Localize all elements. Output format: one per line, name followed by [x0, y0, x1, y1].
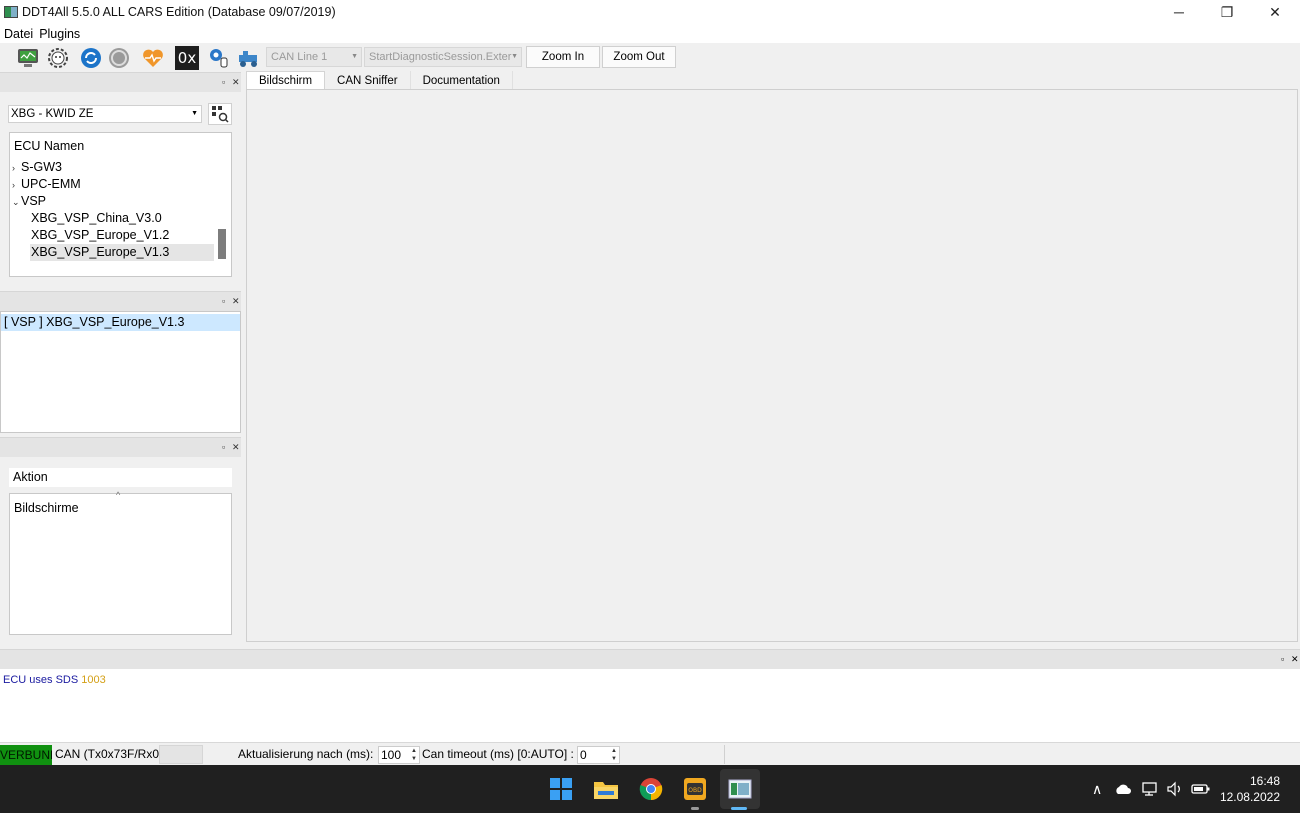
zoom-in-button[interactable]: Zoom In	[526, 46, 600, 68]
tree-item-upc-emm[interactable]: › UPC-EMM	[12, 177, 81, 191]
battery-icon[interactable]	[1191, 765, 1211, 813]
windows-start-icon[interactable]	[547, 775, 575, 803]
dock-close-icon[interactable]: ✕	[232, 77, 240, 88]
tree-scrollbar[interactable]	[218, 229, 226, 259]
float-icon[interactable]: ▫	[222, 296, 225, 306]
disabled-refresh-icon[interactable]	[107, 46, 131, 70]
menu-datei[interactable]: Datei	[4, 27, 33, 41]
action-list: ^ Bildschirme	[9, 490, 232, 635]
spin-arrows-icon[interactable]: ▲ ▼	[409, 747, 419, 763]
timeout-label: Can timeout (ms) [0:AUTO] :	[422, 747, 574, 761]
log-dock-header: ▫ ✕	[0, 649, 1300, 669]
tray-chevron-up-icon[interactable]: ∧	[1092, 765, 1102, 813]
file-explorer-icon[interactable]	[592, 775, 620, 803]
chevron-right-icon: ›	[12, 163, 15, 173]
close-button[interactable]: ✕	[1252, 0, 1298, 24]
tree-item-s-gw3[interactable]: › S-GW3	[12, 160, 62, 174]
can-timeout-spinbox[interactable]: 0 ▲ ▼	[577, 746, 620, 764]
menu-plugins[interactable]: Plugins	[39, 27, 80, 41]
minimize-button[interactable]: ─	[1156, 0, 1202, 24]
zoom-out-button[interactable]: Zoom Out	[602, 46, 676, 68]
hex-0x-icon[interactable]: 0x	[175, 46, 199, 70]
tab-can-sniffer[interactable]: CAN Sniffer	[325, 71, 411, 90]
minimize-icon: ─	[1174, 4, 1184, 20]
menu-bar: Datei Plugins	[0, 24, 1300, 43]
tab-documentation[interactable]: Documentation	[410, 71, 513, 90]
can-status: CAN (Tx0x73F/Rx0	[55, 747, 160, 761]
clock[interactable]: 16:48 12.08.2022	[1220, 773, 1280, 805]
tree-item-vsp-europe-v13[interactable]: XBG_VSP_Europe_V1.3	[30, 244, 214, 261]
main-tabs: Bildschirm CAN Sniffer Documentation	[246, 71, 513, 90]
status-bar: VERBUNDEN CAN (Tx0x73F/Rx0 Aktualisierun…	[0, 742, 1300, 765]
clock-date: 12.08.2022	[1219, 790, 1280, 804]
title-bar: DDT4All 5.5.0 ALL CARS Edition (Database…	[0, 0, 1300, 24]
dock-close-icon[interactable]: ✕	[232, 296, 240, 307]
ecu-tree: ECU Namen › S-GW3 › UPC-EMM ⌄VSP XBG_VSP_C…	[9, 132, 232, 277]
restore-icon: ❐	[1220, 3, 1234, 20]
tractor-icon[interactable]	[236, 46, 260, 70]
status-field	[159, 745, 203, 764]
tree-item-vsp-china[interactable]: XBG_VSP_China_V3.0	[31, 211, 162, 225]
ecu-tree-header: ECU Namen	[14, 139, 85, 153]
chevron-right-icon: ›	[12, 180, 15, 190]
spin-arrows-icon[interactable]: ▲ ▼	[609, 747, 619, 763]
refresh-icon[interactable]	[79, 46, 103, 70]
float-icon[interactable]: ▫	[222, 442, 225, 452]
obd-app-icon[interactable]: OBD	[681, 775, 709, 803]
chrome-icon[interactable]	[637, 775, 665, 803]
chevron-down-icon: ⌄	[12, 197, 20, 207]
qr-search-icon	[212, 106, 229, 123]
app-logo-icon	[4, 6, 18, 18]
close-icon: ✕	[1269, 3, 1281, 20]
window-title: DDT4All 5.5.0 ALL CARS Edition (Database…	[22, 5, 336, 19]
selected-ecu-list: [ VSP ] XBG_VSP_Europe_V1.3	[0, 311, 241, 433]
tree-item-vsp-europe-v12[interactable]: XBG_VSP_Europe_V1.2	[31, 228, 169, 242]
monitor-icon[interactable]	[16, 46, 40, 70]
network-icon[interactable]	[1142, 765, 1160, 813]
status-badge: VERBUNDEN	[0, 745, 52, 765]
tab-bildschirm[interactable]: Bildschirm	[246, 71, 326, 90]
update-interval-spinbox[interactable]: 100 ▲ ▼	[378, 746, 420, 764]
heart-icon[interactable]	[141, 46, 165, 70]
ecu-dock-header: ▫ ✕	[0, 72, 241, 92]
can-line-select[interactable]: CAN Line 1 ▼	[266, 47, 362, 67]
gear-face-icon[interactable]	[46, 46, 70, 70]
log-line: ECU uses SDS 1003	[3, 674, 106, 686]
clock-time: 16:48	[1249, 774, 1280, 788]
chevron-down-icon: ▼	[191, 110, 198, 117]
selected-dock-header: ▫ ✕	[0, 291, 241, 311]
toolbar: 0x CAN Line 1 ▼ StartDiagnosticSession.Ex…	[0, 43, 1300, 71]
taskbar: OBD ∧ 16:48 12.08.2022	[0, 765, 1300, 813]
action-item-bildschirme[interactable]: Bildschirme	[14, 501, 79, 515]
dock-close-icon[interactable]: ✕	[232, 442, 240, 453]
scan-button[interactable]	[208, 103, 232, 125]
update-label: Aktualisierung nach (ms):	[238, 747, 374, 761]
action-header: Aktion	[9, 468, 232, 487]
dock-close-icon[interactable]: ✕	[1291, 654, 1299, 665]
float-icon[interactable]: ▫	[1281, 654, 1284, 664]
chevron-up-icon: ^	[116, 490, 121, 500]
volume-icon[interactable]	[1166, 765, 1184, 813]
selected-ecu-item[interactable]: [ VSP ] XBG_VSP_Europe_V1.3	[1, 314, 240, 331]
float-icon[interactable]: ▫	[222, 77, 225, 87]
svg-text:OBD: OBD	[688, 787, 702, 794]
vehicle-select[interactable]: XBG - KWID ZE ▼	[8, 105, 202, 123]
action-dock-header: ▫ ✕	[0, 437, 241, 457]
cloud-icon[interactable]	[1114, 765, 1132, 813]
main-content-area	[246, 89, 1298, 642]
restore-button[interactable]: ❐	[1204, 0, 1250, 24]
session-select[interactable]: StartDiagnosticSession.Exter ▼	[364, 47, 522, 67]
hand-gear-icon[interactable]	[207, 46, 231, 70]
log-panel: ECU uses SDS 1003	[0, 669, 1300, 742]
tree-item-vsp[interactable]: ⌄VSP	[12, 194, 46, 208]
ddt4all-app-icon[interactable]	[726, 775, 754, 803]
